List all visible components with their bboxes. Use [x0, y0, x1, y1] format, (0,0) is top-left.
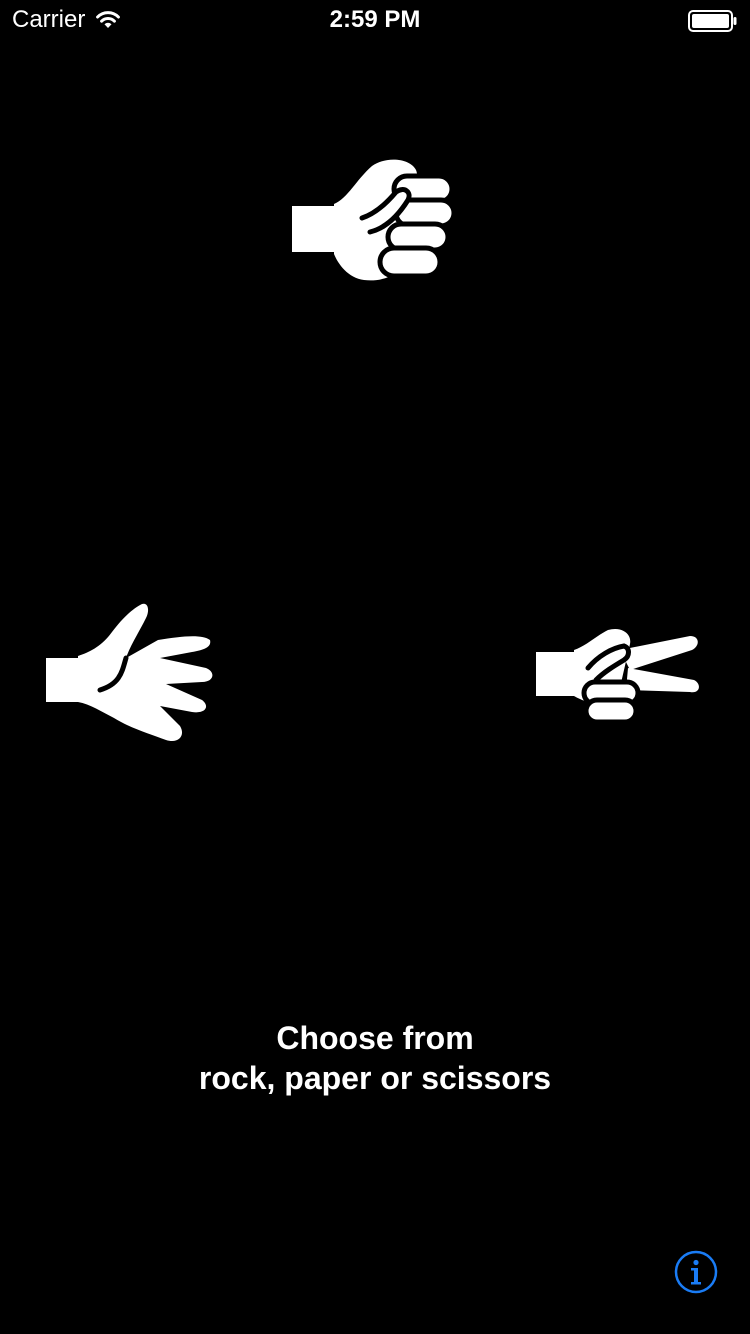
info-icon: [674, 1250, 718, 1294]
peace-hand-icon: [536, 628, 699, 725]
instruction-line-1: Choose from: [276, 1020, 474, 1056]
scissors-button[interactable]: [532, 626, 704, 730]
battery-icon: [688, 10, 738, 32]
paper-button[interactable]: [42, 602, 218, 746]
fist-icon: [292, 159, 457, 281]
game-screen: Carrier 2:59 PM Choose from rock, paper …: [0, 0, 750, 1334]
instruction-line-2: rock, paper or scissors: [198, 1060, 552, 1096]
status-bar: Carrier 2:59 PM: [0, 0, 750, 40]
info-button[interactable]: [674, 1250, 718, 1294]
open-hand-icon: [46, 603, 213, 742]
instruction-text: Choose from rock, paper or scissors: [0, 1018, 750, 1098]
rock-button[interactable]: [290, 158, 458, 294]
status-time: 2:59 PM: [329, 6, 421, 33]
